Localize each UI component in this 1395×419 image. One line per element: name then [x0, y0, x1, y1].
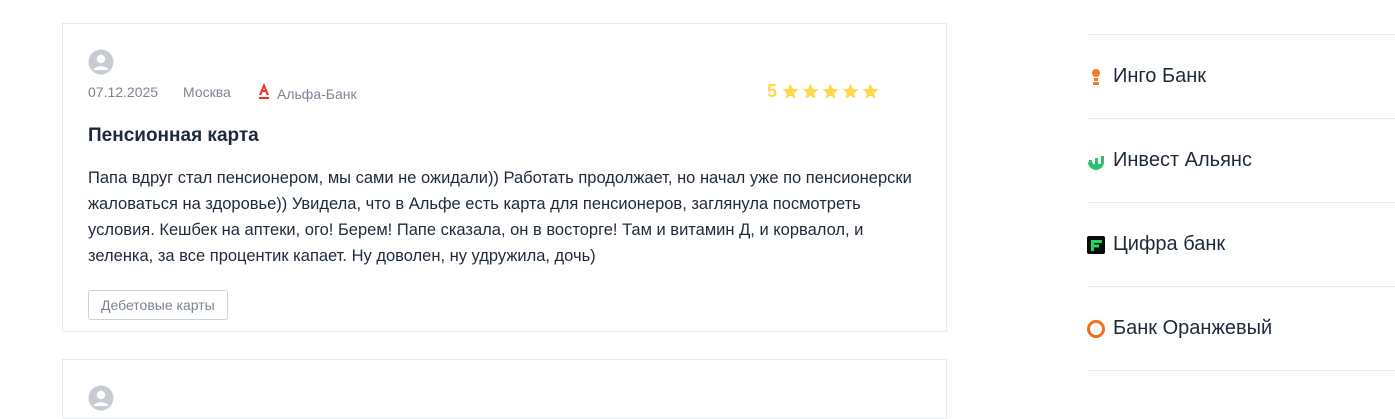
- alfa-bank-logo-icon: [259, 83, 269, 99]
- sidebar-item-orange-bank[interactable]: Банк Оранжевый: [1087, 286, 1395, 371]
- review-bank-link[interactable]: Альфа-Банк: [257, 83, 357, 102]
- sidebar-item-cifra-bank[interactable]: Цифра банк: [1087, 202, 1395, 286]
- star-icon: [802, 83, 819, 99]
- category-tag[interactable]: Дебетовые карты: [88, 290, 228, 320]
- cifra-bank-logo-icon: [1087, 235, 1105, 254]
- sidebar-item-label: Банк Оранжевый: [1113, 317, 1273, 339]
- sidebar-item-label: Цифра банк: [1113, 233, 1226, 255]
- review-date: 07.12.2025: [88, 84, 159, 100]
- sidebar-item-invest-alliance[interactable]: Инвест Альянс: [1087, 118, 1395, 202]
- review-card: [62, 359, 947, 419]
- review-bank-name: Альфа-Банк: [277, 86, 357, 102]
- ingo-bank-logo-icon: [1092, 68, 1100, 85]
- invest-alliance-logo-icon: [1088, 155, 1104, 170]
- user-avatar-icon: [88, 385, 114, 411]
- review-city: Москва: [183, 84, 231, 100]
- rating-value: 5: [767, 81, 778, 101]
- sidebar-item-label: Инго Банк: [1113, 65, 1206, 87]
- sidebar-item-label: Инвест Альянс: [1113, 149, 1252, 171]
- star-icon: [842, 83, 859, 99]
- review-title[interactable]: Пенсионная карта: [88, 125, 259, 147]
- star-icon: [822, 83, 839, 99]
- review-card: 07.12.2025 Москва Альфа-Банк 5 Пенсионна…: [62, 23, 947, 332]
- star-icon: [782, 83, 799, 99]
- related-banks-list: Инго Банк Инвест Альянс Цифра банк Банк …: [1087, 34, 1395, 371]
- user-avatar-icon: [88, 49, 114, 75]
- rating-stars: [781, 82, 881, 101]
- orange-bank-logo-icon: [1087, 319, 1105, 338]
- sidebar-item-ingo-bank[interactable]: Инго Банк: [1087, 34, 1395, 118]
- review-text: Папа вдруг стал пенсионером, мы сами не …: [88, 169, 912, 265]
- star-icon: [862, 83, 879, 99]
- review-rating: 5: [767, 81, 881, 102]
